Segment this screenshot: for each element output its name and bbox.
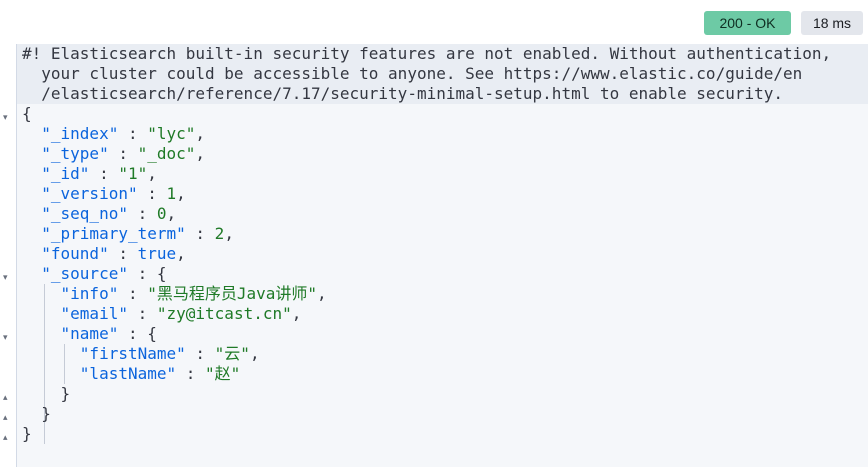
fold-end-source-icon[interactable]: ▴ [3,408,13,428]
json-value-last-name: "赵" [205,364,241,383]
json-key-found: "found" [41,244,109,263]
json-line-index: "_index" : "lyc", [41,124,206,143]
json-key-primary-term: "_primary_term" [41,224,186,243]
json-key-version: "_version" [41,184,138,203]
json-line-info: "info" : "黑马程序员Java讲师", [60,284,327,303]
json-value-first-name: "云" [214,344,250,363]
json-key-name: "name" [60,324,119,343]
json-key-type: "_type" [41,144,109,163]
warning-line-3: /elasticsearch/reference/7.17/security-m… [22,84,783,103]
json-key-info: "info" [60,284,119,303]
warning-line-1: #! Elasticsearch built-in security featu… [22,44,832,63]
json-value-info: "黑马程序员Java讲师" [147,284,318,303]
json-value-email: "zy@itcast.cn" [156,304,292,323]
json-line-name-close: } [22,384,71,403]
json-line-primary-term: "_primary_term" : 2, [41,224,234,243]
json-value-primary-term: 2 [214,224,225,243]
json-key-seq-no: "_seq_no" [41,204,128,223]
json-value-index: "lyc" [147,124,196,143]
json-line-source-close: } [22,404,51,423]
json-line-found: "found" : true, [41,244,186,263]
json-line-close: } [22,424,32,444]
json-key-email: "email" [60,304,128,323]
json-key-id: "_id" [41,164,90,183]
json-value-type: "_doc" [137,144,196,163]
fold-toggle-name-icon[interactable]: ▾ [3,328,13,348]
fold-toggle-source-icon[interactable]: ▾ [3,268,13,288]
fold-toggle-root-icon[interactable]: ▾ [3,108,13,128]
json-line-source: "_source" : { [41,264,167,283]
json-line-name: "name" : { [60,324,157,343]
json-key-first-name: "firstName" [79,344,186,363]
response-time-badge: 18 ms [801,11,863,35]
json-value-id: "1" [118,164,148,183]
json-key-index: "_index" [41,124,119,143]
json-value-version: 1 [166,184,177,203]
fold-end-name-icon[interactable]: ▴ [3,388,13,408]
json-line-seq-no: "_seq_no" : 0, [41,204,177,223]
status-code-badge: 200 - OK [704,11,791,35]
json-value-seq-no: 0 [156,204,167,223]
root-close-brace: } [22,424,32,443]
json-line-open: { [22,104,32,124]
response-status-bar: 200 - OK 18 ms [0,0,868,44]
json-key-last-name: "lastName" [79,364,177,383]
json-line-first-name: "firstName" : "云", [79,344,260,363]
fold-end-root-icon[interactable]: ▴ [3,428,13,448]
json-value-found: true [137,244,177,263]
json-line-last-name: "lastName" : "赵" [79,364,241,383]
response-json-viewer[interactable]: #! Elasticsearch built-in security featu… [16,44,868,467]
json-line-version: "_version" : 1, [41,184,186,203]
root-open-brace: { [22,104,32,123]
warning-line-2: your cluster could be accessible to anyo… [22,64,803,83]
json-key-source: "_source" [41,264,128,283]
json-line-id: "_id" : "1", [41,164,157,183]
json-line-email: "email" : "zy@itcast.cn", [60,304,302,323]
json-line-type: "_type" : "_doc", [41,144,206,163]
